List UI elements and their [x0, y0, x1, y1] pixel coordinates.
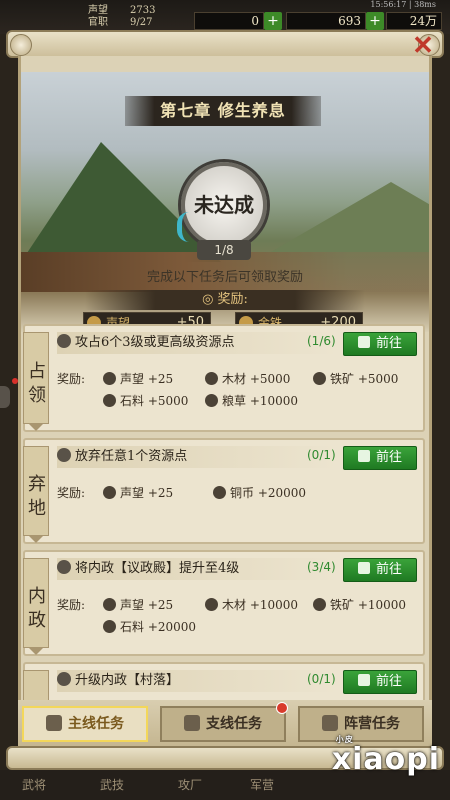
red-dot-indicator [12, 378, 18, 384]
reward-item: 木材 +5000 [205, 370, 290, 387]
quest-icon [57, 334, 71, 348]
stat-value: 9/27 [130, 17, 153, 28]
quest-card: 占领 攻占6个3级或更高级资源点 (1/6) 前往 奖励: 声望 +25 木材 … [23, 324, 425, 432]
scroll-icon [322, 715, 338, 731]
system-status: 15:56:17 | 38ms [370, 0, 436, 9]
player-stat-values: 2733 9/27 [130, 5, 155, 29]
top-status-bar: 声望 官职 2733 9/27 0 + 693 + 24万 15:56:17 |… [0, 0, 450, 34]
quest-card: 弃地 放弃任意1个资源点 (0/1) 前往 奖励: 声望 +25 铜币 +200… [23, 438, 425, 544]
nav-item-factory[interactable]: 攻厂 [178, 776, 202, 793]
stat-label: 声望 [88, 5, 108, 16]
watermark-logo: 小皮 xiaopi [331, 735, 440, 777]
completion-status: 未达成 [181, 162, 267, 248]
quest-title: 放弃任意1个资源点 [57, 446, 337, 468]
go-icon [357, 674, 370, 686]
reward-label: 奖励: [57, 486, 86, 500]
stone-icon [103, 620, 116, 633]
reward-item: 声望 +25 [103, 484, 173, 501]
reward-item: 粮草 +10000 [205, 392, 298, 409]
reward-label: 奖励: [57, 372, 86, 386]
notification-badge [276, 702, 288, 714]
reward-item: 铁矿 +10000 [313, 596, 406, 613]
wood-icon [205, 598, 218, 611]
resource-counter-2: 693 [286, 12, 366, 30]
quest-category-tag: 内政 [23, 558, 49, 655]
stat-label: 官职 [88, 17, 108, 28]
iron-icon [313, 372, 326, 385]
tab-main-quests[interactable]: 主线任务 [22, 706, 148, 742]
stat-value: 2733 [130, 5, 156, 16]
hill-art [271, 182, 429, 252]
reward-item: 石料 +20000 [103, 618, 196, 635]
player-stat-labels: 声望 官职 [88, 5, 108, 29]
quest-icon [57, 672, 71, 686]
quest-progress: (1/6) [307, 334, 336, 348]
iron-icon [313, 598, 326, 611]
quest-progress: (0/1) [307, 448, 336, 462]
wood-icon [205, 372, 218, 385]
scroll-top-roller [6, 30, 444, 58]
chapter-banner: 第七章 修生养息 未达成 1/8 完成以下任务后可领取奖励 ◎ 奖励: 声望 +… [21, 72, 429, 332]
reward-item: 铜币 +20000 [213, 484, 306, 501]
resource-counter-1: 0 [194, 12, 264, 30]
nav-item-skills[interactable]: 武技 [100, 776, 124, 793]
instruction-text: 完成以下任务后可领取奖励 [146, 270, 303, 285]
go-button[interactable]: 前往 [343, 558, 417, 582]
tab-side-quests[interactable]: 支线任务 [160, 702, 288, 742]
quest-category-tag: 占领 [23, 332, 49, 431]
quest-progress: (0/1) [307, 672, 336, 686]
quest-title: 升级内政【村落】 [57, 670, 337, 692]
add-resource-button[interactable]: + [366, 12, 384, 30]
reward-item: 木材 +10000 [205, 596, 298, 613]
go-button[interactable]: 前往 [343, 446, 417, 470]
scroll-icon [184, 715, 200, 731]
nav-item-generals[interactable]: 武将 [22, 776, 46, 793]
quest-category-tag: 弃地 [23, 446, 49, 543]
quest-panel: 第七章 修生养息 未达成 1/8 完成以下任务后可领取奖励 ◎ 奖励: 声望 +… [18, 56, 432, 750]
go-icon [357, 336, 370, 348]
reward-label: 奖励: [57, 598, 86, 612]
resource-counter-3: 24万 [386, 12, 442, 30]
rewards-header: ◎ 奖励: [85, 290, 365, 310]
go-icon [357, 450, 370, 462]
reward-item: 石料 +5000 [103, 392, 188, 409]
add-resource-button[interactable]: + [264, 12, 282, 30]
reward-item: 铁矿 +5000 [313, 370, 398, 387]
quest-title: 将内政【议政殿】提升至4级 [57, 558, 337, 580]
chapter-title: 第七章 修生养息 [125, 96, 321, 126]
reward-item: 声望 +25 [103, 370, 173, 387]
copper-coin-icon [213, 486, 226, 499]
go-button[interactable]: 前往 [343, 670, 417, 694]
quest-title: 攻占6个3级或更高级资源点 [57, 332, 337, 354]
go-icon [357, 562, 370, 574]
nav-item-barracks[interactable]: 军营 [250, 776, 274, 793]
quest-icon [57, 560, 71, 574]
grain-icon [205, 394, 218, 407]
stone-icon [103, 394, 116, 407]
quest-card: 内政 将内政【议政殿】提升至4级 (3/4) 前往 奖励: 声望 +25 木材 … [23, 550, 425, 656]
tab-faction-quests[interactable]: 阵营任务 [298, 706, 424, 742]
prestige-icon [103, 598, 116, 611]
prestige-icon [103, 486, 116, 499]
side-drawer-handle[interactable] [0, 386, 10, 408]
go-button[interactable]: 前往 [343, 332, 417, 356]
quest-progress: (3/4) [307, 560, 336, 574]
chapter-progress: 1/8 [197, 240, 251, 260]
prestige-icon [103, 372, 116, 385]
reward-item: 声望 +25 [103, 596, 173, 613]
quest-icon [57, 448, 71, 462]
progress-arc [177, 212, 189, 242]
gift-icon: ◎ [202, 292, 214, 307]
scroll-icon [46, 715, 62, 731]
